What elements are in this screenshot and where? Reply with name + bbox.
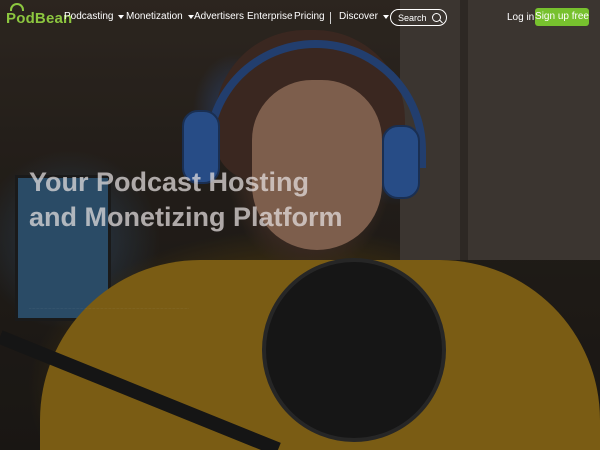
top-navbar: PodBean Podcasting Monetization Advertis…	[0, 0, 600, 36]
login-link[interactable]: Log in	[507, 12, 534, 23]
nav-item-label: Discover	[339, 11, 378, 22]
nav-item-label: Podcasting	[64, 11, 114, 22]
nav-item-label: Pricing	[294, 11, 325, 22]
nav-item-enterprise[interactable]: Enterprise	[247, 11, 293, 22]
chevron-down-icon	[118, 14, 125, 19]
hero-subtext: ........................................…	[29, 306, 190, 310]
nav-item-label: Advertisers	[194, 11, 245, 22]
hero-headline: Your Podcast Hosting and Monetizing Plat…	[29, 165, 449, 235]
nav-item-monetization[interactable]: Monetization	[126, 11, 194, 22]
podcast-wave-icon	[10, 3, 24, 11]
microphone	[262, 258, 446, 442]
headline-line-1: Your Podcast Hosting	[29, 167, 310, 197]
nav-item-advertisers[interactable]: Advertisers	[194, 11, 244, 22]
search-icon	[432, 13, 441, 22]
signup-button[interactable]: Sign up free	[535, 8, 589, 26]
nav-item-podcasting[interactable]: Podcasting	[64, 11, 125, 22]
nav-divider	[330, 12, 331, 24]
nav-item-pricing[interactable]: Pricing	[294, 11, 325, 22]
chevron-down-icon	[187, 14, 194, 19]
nav-item-label: Enterprise	[247, 11, 293, 22]
headline-line-2: and Monetizing Platform	[29, 202, 343, 232]
search-label: Search	[398, 13, 427, 23]
logo-text: PodBean	[6, 9, 73, 27]
podbean-logo[interactable]: PodBean	[6, 3, 73, 28]
hero-section: PodBean Podcasting Monetization Advertis…	[0, 0, 600, 450]
chevron-down-icon	[382, 14, 389, 19]
nav-item-label: Monetization	[126, 11, 183, 22]
search-button[interactable]: Search	[390, 9, 447, 26]
nav-item-discover[interactable]: Discover	[339, 11, 389, 22]
